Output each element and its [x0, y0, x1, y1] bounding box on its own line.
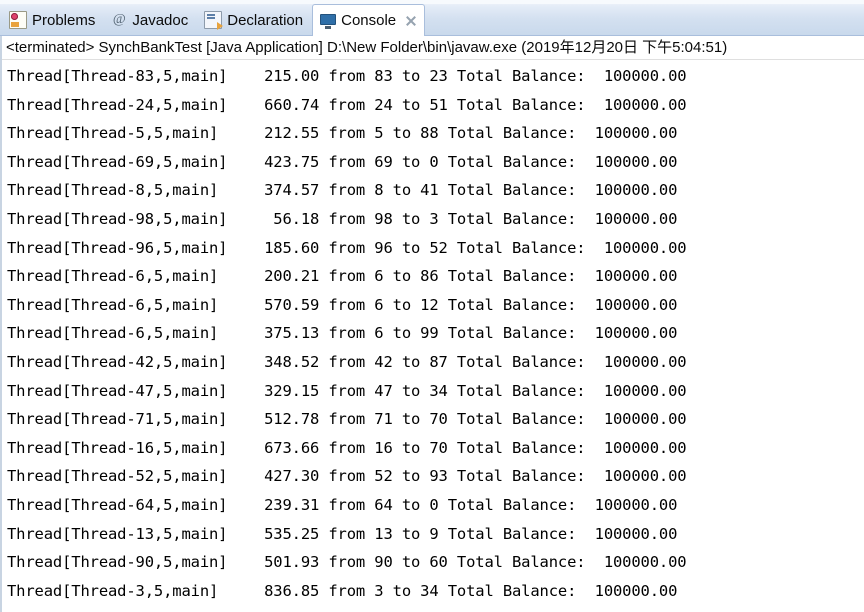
console-line: Thread[Thread-71,5,main] 512.78 from 71 … [7, 410, 687, 429]
console-line: Thread[Thread-6,5,main] 200.21 from 6 to… [7, 267, 678, 286]
console-line: Thread[Thread-52,5,main] 427.30 from 52 … [7, 467, 687, 486]
console-line: Thread[Thread-98,5,main] 56.18 from 98 t… [7, 209, 678, 228]
console-line: Thread[Thread-6,5,main] 570.59 from 6 to… [7, 295, 678, 314]
console-process-header: <terminated> SynchBankTest [Java Applica… [2, 36, 864, 60]
view-tab-bar: Problems @ Javadoc Declaration Console [0, 0, 864, 36]
tab-javadoc-label: Javadoc [132, 11, 189, 29]
problems-icon [9, 11, 27, 29]
console-line: Thread[Thread-83,5,main] 215.00 from 83 … [7, 67, 687, 85]
console-icon [320, 12, 337, 29]
console-line: Thread[Thread-64,5,main] 239.31 from 64 … [7, 495, 678, 514]
console-line: Thread[Thread-47,5,main] 329.15 from 47 … [7, 381, 687, 400]
console-line: Thread[Thread-24,5,main] 660.74 from 24 … [7, 95, 687, 114]
console-line: Thread[Thread-69,5,main] 423.75 from 69 … [7, 152, 678, 171]
console-output[interactable]: Thread[Thread-83,5,main] 215.00 from 83 … [2, 60, 864, 612]
console-line: Thread[Thread-3,5,main] 836.85 from 3 to… [7, 581, 678, 600]
console-line: Thread[Thread-5,5,main] 212.55 from 5 to… [7, 124, 678, 143]
console-line: Thread[Thread-8,5,main] 374.57 from 8 to… [7, 181, 678, 200]
tab-problems[interactable]: Problems [2, 5, 104, 35]
console-line: Thread[Thread-29,5,main] 702.76 from 29 … [2, 605, 864, 612]
tab-problems-label: Problems [32, 11, 96, 29]
console-line: Thread[Thread-42,5,main] 348.52 from 42 … [7, 352, 687, 371]
tab-declaration-label: Declaration [227, 11, 304, 29]
declaration-icon [204, 11, 224, 30]
tab-console[interactable]: Console [312, 4, 426, 36]
console-view[interactable]: <terminated> SynchBankTest [Java Applica… [0, 36, 864, 612]
console-line: Thread[Thread-6,5,main] 375.13 from 6 to… [7, 324, 678, 343]
javadoc-icon: @ [112, 12, 126, 27]
console-line: Thread[Thread-16,5,main] 673.66 from 16 … [7, 438, 687, 457]
close-icon[interactable] [404, 14, 418, 28]
console-line: Thread[Thread-96,5,main] 185.60 from 96 … [7, 238, 687, 257]
console-line: Thread[Thread-13,5,main] 535.25 from 13 … [7, 524, 678, 543]
tab-console-label: Console [341, 12, 397, 29]
tab-declaration[interactable]: Declaration [197, 5, 312, 35]
tab-javadoc[interactable]: @ Javadoc [104, 5, 197, 35]
console-line: Thread[Thread-90,5,main] 501.93 from 90 … [7, 553, 687, 572]
